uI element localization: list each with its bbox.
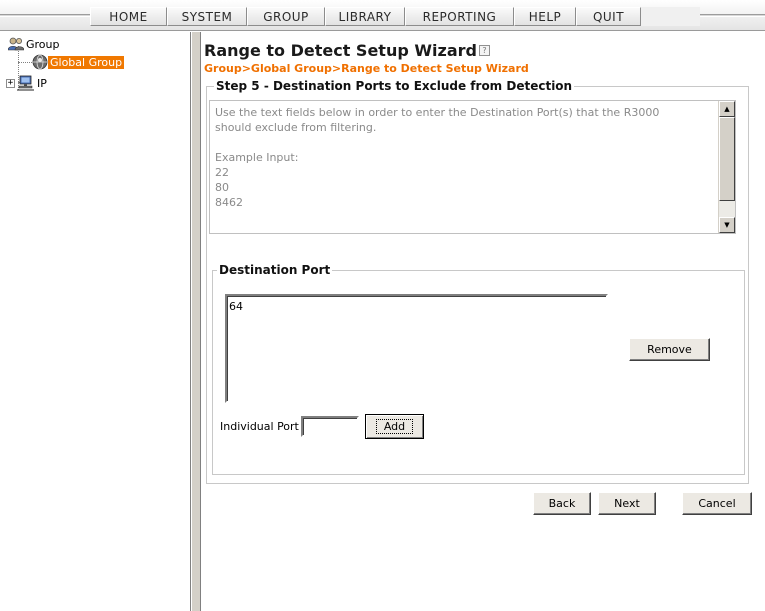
tree-item-group[interactable]: Group [8, 36, 62, 52]
scroll-up-icon[interactable]: ▲ [719, 101, 735, 117]
network-computer-icon [17, 75, 34, 91]
step-legend: Step 5 - Destination Ports to Exclude fr… [216, 79, 573, 93]
individual-port-label: Individual Port [220, 420, 299, 433]
scroll-down-icon[interactable]: ▼ [719, 217, 735, 233]
tree-item-ip[interactable]: + IP [6, 75, 49, 91]
nav-library[interactable]: LIBRARY [325, 7, 405, 26]
scroll-thumb[interactable] [719, 117, 735, 201]
back-button[interactable]: Back [533, 492, 591, 515]
tree-item-global-group[interactable]: Global Group [32, 54, 125, 70]
nav-home[interactable]: HOME [90, 7, 167, 26]
remove-button[interactable]: Remove [629, 338, 710, 361]
nav-system[interactable]: SYSTEM [167, 7, 247, 26]
destination-port-list[interactable]: 64 [225, 294, 608, 403]
next-button[interactable]: Next [598, 492, 656, 515]
nav-group[interactable]: GROUP [247, 7, 325, 26]
main-menu: HOME SYSTEM GROUP LIBRARY REPORTING HELP… [90, 7, 700, 26]
tree-label-ip: IP [37, 76, 47, 90]
group-tree-panel: Group Global Group + IP [0, 32, 191, 611]
expand-icon[interactable]: + [6, 78, 15, 88]
top-nav-bar: HOME SYSTEM GROUP LIBRARY REPORTING HELP… [0, 0, 765, 31]
group-icon [8, 37, 24, 51]
instructions-textarea[interactable]: Use the text fields below in order to en… [209, 100, 736, 234]
page-title-text: Range to Detect Setup Wizard [204, 41, 477, 60]
port-list-item[interactable]: 64 [227, 296, 606, 313]
individual-port-input[interactable] [301, 416, 359, 437]
globe-icon [32, 54, 48, 70]
add-button[interactable]: Add [365, 414, 424, 439]
panel-splitter[interactable] [191, 32, 201, 611]
breadcrumb: Group>Global Group>Range to Detect Setup… [204, 62, 529, 75]
tree-connector [18, 62, 32, 63]
nav-rule-left [0, 14, 90, 17]
instructions-text: Use the text fields below in order to en… [215, 106, 660, 209]
add-button-label: Add [375, 419, 414, 434]
instructions-scrollbar[interactable]: ▲ ▼ [718, 101, 735, 233]
page-title: Range to Detect Setup Wizard ? [204, 41, 490, 60]
destination-port-legend: Destination Port [219, 263, 331, 277]
tree-label-global-group: Global Group [48, 55, 125, 69]
nav-reporting[interactable]: REPORTING [405, 7, 514, 26]
nav-help[interactable]: HELP [514, 7, 576, 26]
nav-rule-right [700, 14, 765, 17]
help-icon[interactable]: ? [478, 45, 490, 56]
cancel-button[interactable]: Cancel [682, 492, 752, 515]
tree-label-group: Group [26, 37, 60, 51]
nav-quit[interactable]: QUIT [576, 7, 641, 26]
